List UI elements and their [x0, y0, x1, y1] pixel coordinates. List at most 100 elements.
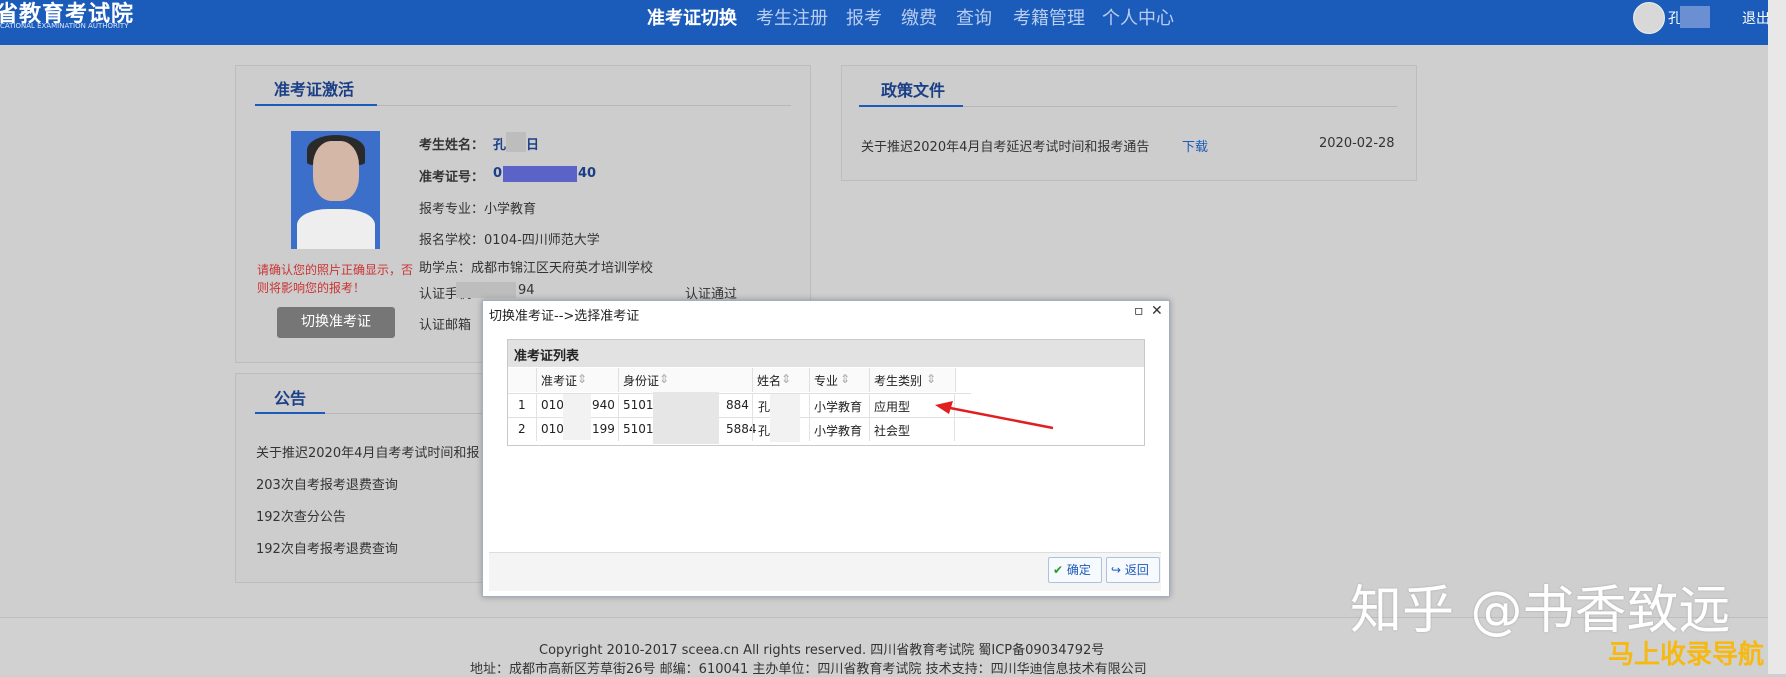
nav-payment[interactable]: 缴费	[901, 4, 937, 30]
logout-link[interactable]: 退出	[1742, 8, 1770, 28]
activation-divider	[377, 105, 791, 106]
ticket-label: 准考证号：	[419, 170, 485, 185]
check-icon: ✔	[1053, 563, 1064, 577]
maximize-icon[interactable]: ▫	[1134, 303, 1144, 319]
col-header-id[interactable]: 身份证 ⇕	[619, 368, 753, 392]
policy-item-title[interactable]: 关于推迟2020年4月自考延迟考试时间和报考通告	[861, 136, 1149, 155]
grid-header: 准考证列表	[508, 340, 1144, 367]
notice-item[interactable]: 192次查分公告	[256, 506, 346, 525]
notice-item[interactable]: 关于推迟2020年4月自考考试时间和报	[256, 442, 479, 461]
row-major: 小学教育	[814, 424, 863, 438]
col-id-label: 身份证	[623, 374, 660, 388]
sort-icon: ⇕	[577, 372, 588, 386]
row-index: 1	[518, 398, 526, 412]
sort-icon: ⇕	[781, 372, 792, 386]
row-id-end: 884	[726, 398, 749, 412]
watermark-main: 知乎 @书香致远	[1350, 581, 1731, 641]
confirm-label: 确定	[1066, 563, 1091, 577]
photo-face-blurred	[313, 141, 359, 201]
sort-icon: ⇕	[659, 372, 670, 386]
row-major: 小学教育	[814, 400, 863, 414]
nav-query[interactable]: 查询	[956, 4, 992, 30]
ticket-value-prefix: 0	[493, 166, 503, 181]
redacted-phone	[456, 282, 516, 298]
assist-text: 助学点：成都市锦江区天府英才培训学校	[419, 261, 654, 276]
grid-col-line	[536, 393, 537, 441]
major-text: 报考专业：小学教育	[419, 202, 537, 217]
notice-item[interactable]: 203次自考报考退费查询	[256, 474, 398, 493]
col-header-type[interactable]: 考生类别 ⇕	[870, 368, 956, 392]
school-text: 报名学校：0104-四川师范大学	[419, 233, 600, 248]
email-label: 认证邮箱	[419, 318, 472, 333]
policy-download-link[interactable]: 下载	[1182, 136, 1208, 155]
return-icon: ↪	[1111, 563, 1122, 577]
back-label: 返回	[1124, 563, 1149, 577]
col-name-label: 姓名	[757, 374, 782, 388]
notice-tab[interactable]: 公告	[274, 385, 306, 409]
row-type: 社会型	[874, 424, 911, 438]
grid-col-line	[809, 393, 810, 441]
redacted-ticket	[503, 166, 577, 182]
ticket-value-suffix: 40	[578, 166, 597, 181]
dialog-title: 切换准考证-->选择准考证	[489, 309, 640, 324]
col-type-label: 考生类别	[874, 374, 923, 388]
row-ticket-end: 940	[592, 398, 615, 412]
grid-col-line	[618, 393, 619, 441]
notice-item[interactable]: 192次自考报考退费查询	[256, 538, 398, 557]
col-header-name[interactable]: 姓名 ⇕	[753, 368, 810, 392]
site-logo-subtitle: CATIONAL EXAMINATION AUTHORITY	[0, 22, 129, 30]
col-header-ticket[interactable]: 准考证 ⇕	[537, 368, 619, 392]
activation-tab[interactable]: 准考证激活	[274, 76, 354, 100]
grid-col-line	[869, 393, 870, 441]
grid-col-line	[752, 393, 753, 441]
grid-title: 准考证列表	[514, 349, 580, 364]
footer-address: 地址：成都市高新区芳草街26号 邮编：610041 主办单位：四川省教育考试院 …	[470, 662, 1147, 677]
name-value-end: 日	[526, 138, 540, 153]
row-index: 2	[518, 422, 526, 436]
redacted-ticket-cells	[563, 394, 591, 440]
redacted-user-name	[1680, 6, 1710, 28]
watermark-sub: 马上收录导航	[1608, 640, 1765, 670]
policy-item-date: 2020-02-28	[1319, 136, 1395, 151]
footer-copyright: Copyright 2010-2017 sceea.cn All rights …	[539, 643, 1105, 658]
sort-icon: ⇕	[926, 372, 937, 386]
red-arrow-annotation	[935, 401, 1054, 430]
nav-switch-ticket[interactable]: 准考证切换	[647, 4, 737, 30]
confirm-button[interactable]: ✔ 确定	[1048, 557, 1102, 583]
row-ticket-end: 199	[592, 422, 615, 436]
photo-body	[297, 209, 375, 249]
policy-tab[interactable]: 政策文件	[881, 77, 945, 101]
candidate-photo	[291, 131, 380, 249]
redacted-id-cells	[653, 392, 719, 444]
nav-apply[interactable]: 报考	[846, 4, 882, 30]
row-name: 孔	[758, 400, 771, 414]
ticket-grid: 准考证列表 准考证 ⇕ 身份证 ⇕ 姓名 ⇕ 专业 ⇕ 考生类别 ⇕ 1 010 940 …	[507, 339, 1145, 446]
row-ticket-start: 010	[541, 398, 564, 412]
col-header-major[interactable]: 专业 ⇕	[810, 368, 870, 392]
row-number-header	[508, 368, 537, 392]
nav-personal-center[interactable]: 个人中心	[1102, 4, 1174, 30]
photo-warning-line2: 则将影响您的报考！	[257, 281, 366, 295]
switch-ticket-button[interactable]: 切换准考证	[277, 307, 395, 338]
back-button[interactable]: ↪ 返回	[1106, 557, 1160, 583]
sort-icon: ⇕	[840, 372, 851, 386]
user-avatar[interactable]	[1633, 2, 1665, 34]
notice-tab-underline	[255, 412, 325, 414]
name-value: 孔	[493, 138, 507, 153]
nav-register[interactable]: 考生注册	[756, 4, 828, 30]
activation-tab-underline	[255, 104, 377, 106]
policy-tab-underline	[859, 105, 963, 107]
col-major-label: 专业	[814, 374, 839, 388]
redacted-name	[506, 132, 526, 152]
top-header: 省教育考试院 CATIONAL EXAMINATION AUTHORITY 准考…	[0, 0, 1770, 45]
policy-divider	[963, 106, 1397, 107]
name-label: 考生姓名：	[419, 138, 485, 153]
page-scrollbar[interactable]	[1768, 0, 1786, 674]
switch-ticket-dialog: 切换准考证-->选择准考证 ▫ ✕ 准考证列表 准考证 ⇕ 身份证 ⇕ 姓名 ⇕ 专业…	[482, 300, 1170, 597]
row-name: 孔	[758, 424, 771, 438]
nav-records[interactable]: 考籍管理	[1013, 4, 1085, 30]
row-type: 应用型	[874, 400, 911, 414]
close-icon[interactable]: ✕	[1151, 303, 1163, 319]
redacted-name-cells	[770, 394, 800, 442]
col-ticket-label: 准考证	[541, 374, 578, 388]
